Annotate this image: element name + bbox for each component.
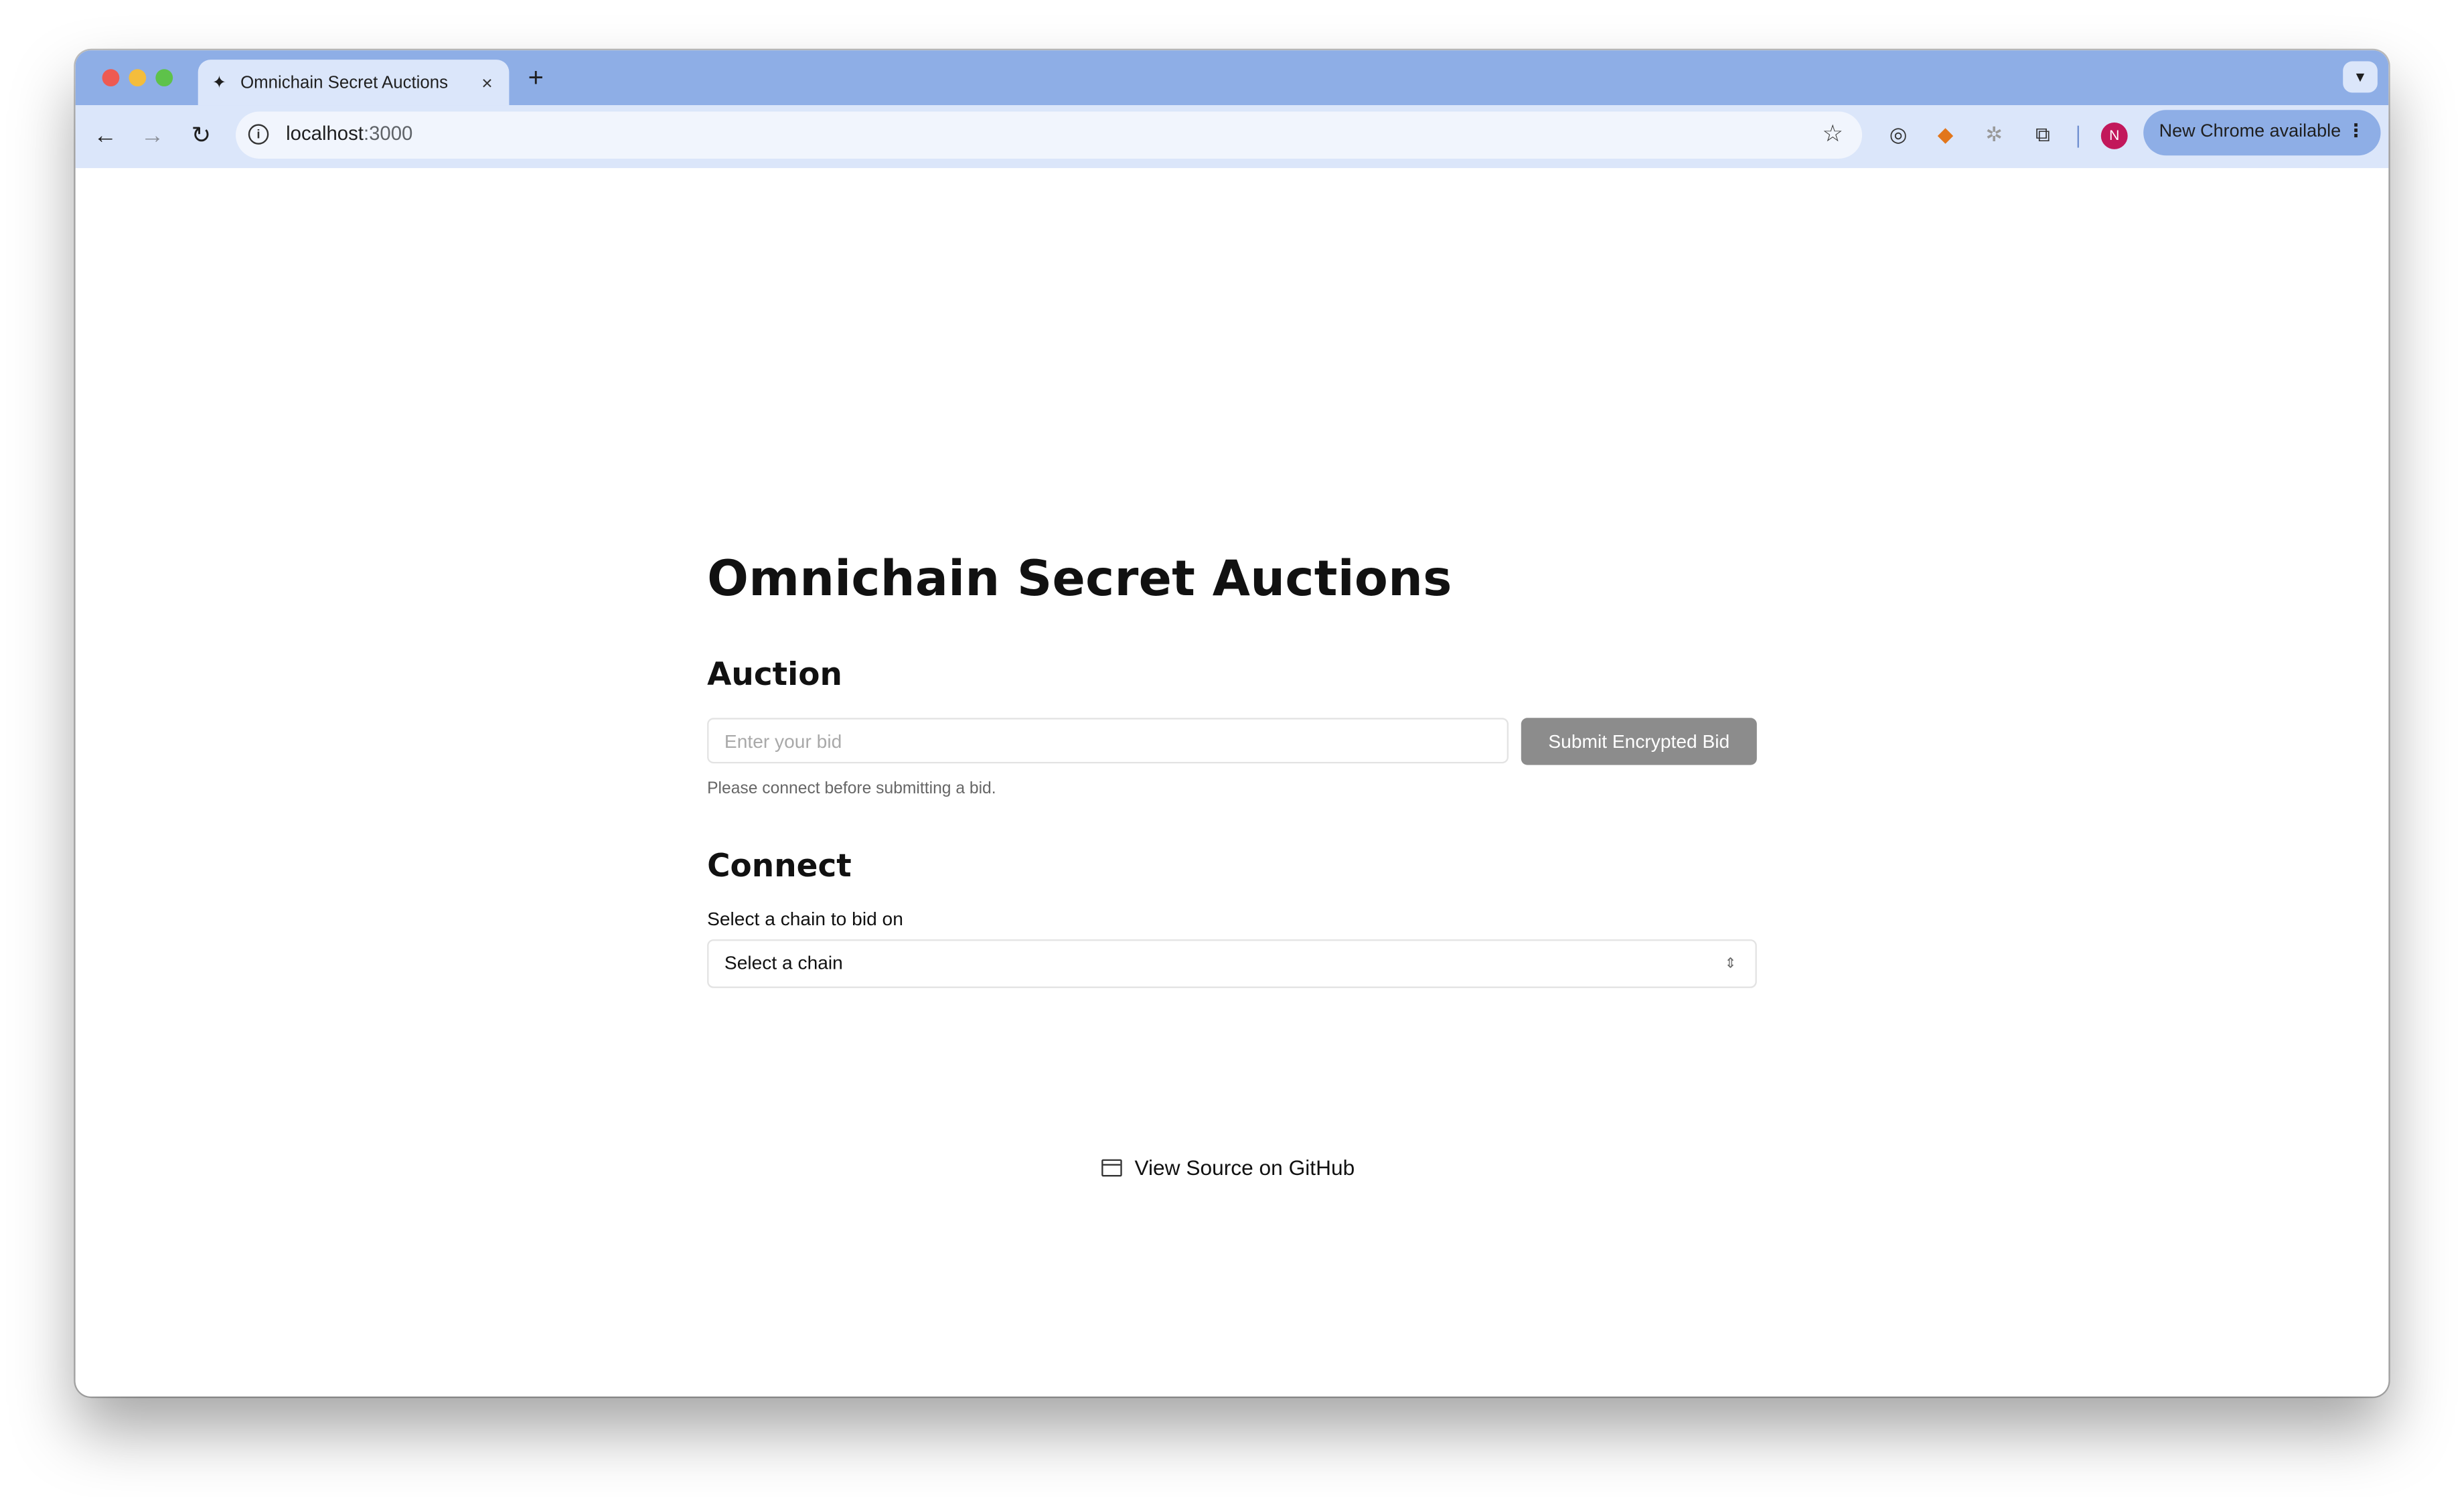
auction-heading: Auction <box>707 655 842 693</box>
screen: ✦ Omnichain Secret Auctions × + ▼ ← → ↻ … <box>0 0 2464 1497</box>
connect-hint-text: Please connect before submitting a bid. <box>707 779 996 798</box>
chain-select-value: Select a chain <box>724 951 843 974</box>
reload-icon[interactable]: ↻ <box>187 123 215 151</box>
extension-gear-icon[interactable]: ✲ <box>1980 121 2008 149</box>
more-menu-icon[interactable]: ⋮ <box>2347 110 2365 155</box>
chrome-update-label: New Chrome available <box>2159 123 2341 142</box>
url-text[interactable]: localhost:3000 <box>286 123 412 145</box>
tab-search-chevron-icon[interactable]: ▼ <box>2343 61 2378 93</box>
minimize-window-button[interactable] <box>129 69 147 87</box>
maximize-window-button[interactable] <box>155 69 173 87</box>
site-info-icon[interactable]: i <box>248 124 269 145</box>
github-link-label: View Source on GitHub <box>1134 1156 1355 1180</box>
browser-toolbar: ← → ↻ i localhost:3000 ☆ ◎ ◆ ✲ ⧉ N New C… <box>75 105 2389 170</box>
metamask-fox-icon[interactable]: ◆ <box>1931 121 1959 149</box>
submit-encrypted-bid-button[interactable]: Submit Encrypted Bid <box>1521 718 1757 765</box>
bid-input[interactable] <box>707 718 1509 764</box>
page-title: Omnichain Secret Auctions <box>707 551 1452 609</box>
toolbar-divider <box>2077 125 2079 148</box>
title-bar: ✦ Omnichain Secret Auctions × + ▼ <box>75 50 2389 106</box>
page-content: Omnichain Secret Auctions Auction Submit… <box>75 168 2389 1397</box>
new-tab-button[interactable]: + <box>522 64 550 92</box>
tab-close-icon[interactable]: × <box>475 72 500 94</box>
url-host: localhost <box>286 123 364 145</box>
tab-favicon-icon: ✦ <box>212 74 227 93</box>
chain-select-label: Select a chain to bid on <box>707 908 903 931</box>
tab-title: Omnichain Secret Auctions <box>240 73 449 92</box>
select-chevron-icon: ⇕ <box>1724 955 1737 971</box>
url-port: :3000 <box>363 123 413 145</box>
chain-select[interactable]: Select a chain ⇕ <box>707 939 1757 988</box>
bookmark-star-icon[interactable]: ☆ <box>1822 119 1843 148</box>
extensions-puzzle-icon[interactable]: ⧉ <box>2029 121 2057 149</box>
close-window-button[interactable] <box>102 69 120 87</box>
back-arrow-icon[interactable]: ← <box>91 123 119 151</box>
browser-tab[interactable]: ✦ Omnichain Secret Auctions × <box>198 60 510 106</box>
connect-heading: Connect <box>707 846 852 884</box>
window-icon <box>1101 1159 1122 1177</box>
address-bar[interactable]: i localhost:3000 ☆ <box>236 111 1863 159</box>
password-extension-icon[interactable]: ◎ <box>1884 121 1912 149</box>
chrome-update-button[interactable]: New Chrome available ⋮ <box>2143 110 2381 156</box>
forward-arrow-icon[interactable]: → <box>139 123 167 151</box>
browser-window: ✦ Omnichain Secret Auctions × + ▼ ← → ↻ … <box>75 50 2389 1397</box>
github-source-link[interactable]: View Source on GitHub <box>1101 1156 1355 1180</box>
profile-avatar[interactable]: N <box>2100 123 2128 149</box>
